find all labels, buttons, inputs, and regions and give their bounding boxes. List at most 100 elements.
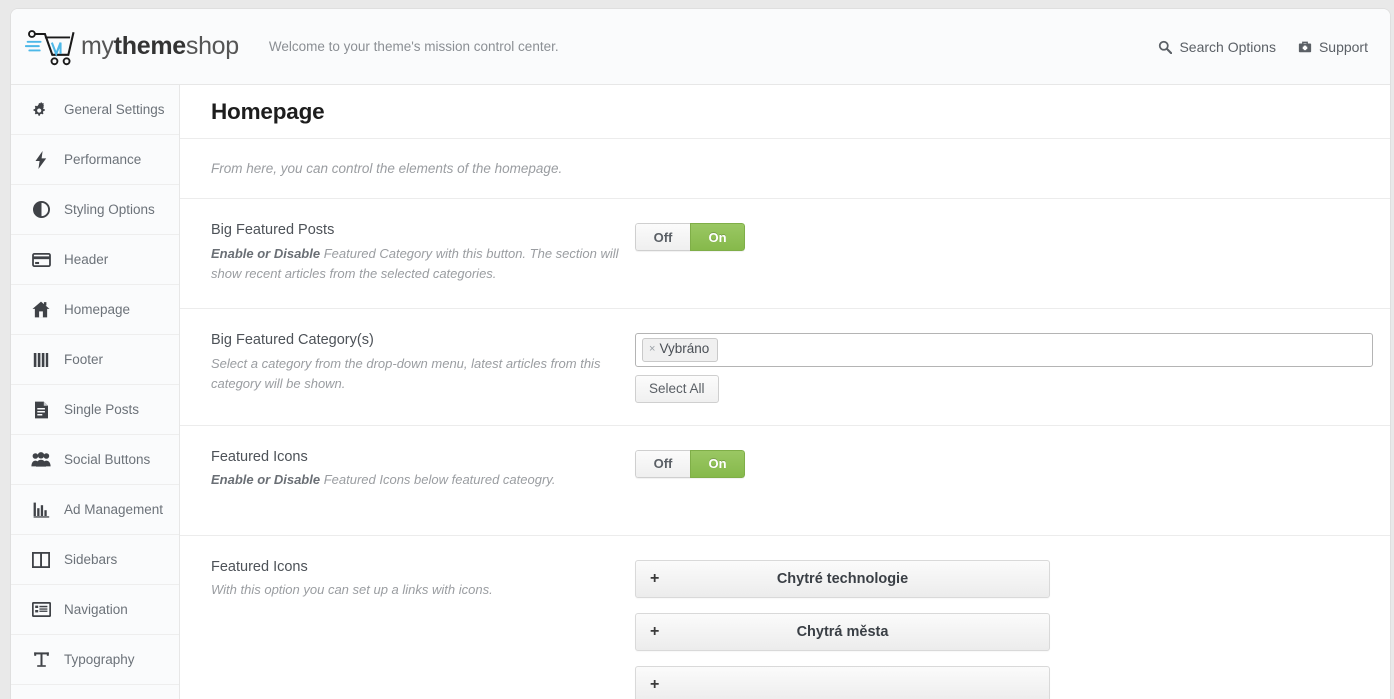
sidebar-item-label: Styling Options xyxy=(64,202,155,217)
option-title: Big Featured Category(s) xyxy=(211,331,619,351)
users-group-icon xyxy=(31,450,51,470)
text-T-icon xyxy=(31,650,51,670)
accordion-item[interactable]: + Chytré technologie xyxy=(635,560,1050,598)
sidebar-item-label: Social Buttons xyxy=(64,452,150,467)
toggle-on-button[interactable]: On xyxy=(690,450,745,478)
option-description: Enable or Disable Featured Category with… xyxy=(211,244,619,284)
sidebar-item-label: Performance xyxy=(64,152,141,167)
page-description: From here, you can control the elements … xyxy=(211,161,562,176)
list-panel-icon xyxy=(31,600,51,620)
option-label-block: Big Featured Posts Enable or Disable Fea… xyxy=(211,221,635,284)
shopping-cart-m-logo-icon xyxy=(25,27,77,67)
two-columns-icon xyxy=(31,550,51,570)
support-link[interactable]: Support xyxy=(1298,39,1368,55)
option-control-block: × Vybráno Select All xyxy=(635,331,1390,403)
option-description-rest: With this option you can set up a links … xyxy=(211,582,493,597)
option-title: Featured Icons xyxy=(211,448,619,468)
plus-icon[interactable]: + xyxy=(650,624,659,640)
sidebar-nav: General Settings Performance Stylin xyxy=(11,85,180,699)
plus-icon[interactable]: + xyxy=(650,677,659,693)
big-featured-posts-toggle[interactable]: Off On xyxy=(635,223,745,251)
option-title: Featured Icons xyxy=(211,558,619,578)
option-control-block: Off On xyxy=(635,221,1390,251)
sidebar-item-footer[interactable]: Footer xyxy=(11,335,179,385)
plus-icon[interactable]: + xyxy=(650,571,659,587)
sidebar-item-label: Header xyxy=(64,252,108,267)
sidebar-item-performance[interactable]: Performance xyxy=(11,135,179,185)
home-icon xyxy=(31,300,51,320)
selected-category-tag[interactable]: × Vybráno xyxy=(642,338,718,362)
accordion-item[interactable]: + Chytrá města xyxy=(635,613,1050,651)
sidebar-item-general-settings[interactable]: General Settings xyxy=(11,85,179,135)
contrast-circle-icon xyxy=(31,200,51,220)
option-label-block: Big Featured Category(s) Select a catego… xyxy=(211,331,635,394)
sidebar-item-navigation[interactable]: Navigation xyxy=(11,585,179,635)
select-all-button[interactable]: Select All xyxy=(635,375,719,403)
sidebar-item-ad-management[interactable]: Ad Management xyxy=(11,485,179,535)
page-description-row: From here, you can control the elements … xyxy=(180,139,1390,199)
sidebar-item-label: Sidebars xyxy=(64,552,117,567)
columns-bars-icon xyxy=(31,350,51,370)
sidebar-item-header[interactable]: Header xyxy=(11,235,179,285)
search-options-label: Search Options xyxy=(1179,39,1276,55)
selected-category-label: Vybráno xyxy=(659,341,709,358)
sidebar-item-typography[interactable]: Typography xyxy=(11,635,179,685)
featured-icons-toggle[interactable]: Off On xyxy=(635,450,745,478)
options-panel: mythemeshop Welcome to your theme's miss… xyxy=(11,9,1390,699)
option-description-bold: Enable or Disable xyxy=(211,472,320,487)
brand-word-bold: theme xyxy=(114,32,186,60)
support-label: Support xyxy=(1319,39,1368,55)
app-header: mythemeshop Welcome to your theme's miss… xyxy=(11,9,1390,85)
option-description: Enable or Disable Featured Icons below f… xyxy=(211,470,619,490)
option-row-big-featured-posts: Big Featured Posts Enable or Disable Fea… xyxy=(180,199,1390,309)
accordion-item-label: Chytré technologie xyxy=(636,571,1049,587)
option-description-bold: Enable or Disable xyxy=(211,246,320,261)
bar-chart-icon xyxy=(31,500,51,520)
sidebar-item-label: Ad Management xyxy=(64,502,163,517)
sidebar-item-label: Homepage xyxy=(64,302,130,317)
option-description-rest: Select a category from the drop-down men… xyxy=(211,356,600,391)
page-title-row: Homepage xyxy=(180,85,1390,139)
sidebar-item-single-posts[interactable]: Single Posts xyxy=(11,385,179,435)
search-icon xyxy=(1158,40,1172,54)
sidebar-item-label: General Settings xyxy=(64,102,165,117)
header-tagline: Welcome to your theme's mission control … xyxy=(269,39,559,54)
sidebar-item-label: Typography xyxy=(64,652,135,667)
accordion-item[interactable]: + xyxy=(635,666,1050,699)
brand: mythemeshop xyxy=(25,27,239,67)
option-row-featured-icons-links: Featured Icons With this option you can … xyxy=(180,536,1390,699)
app-body: General Settings Performance Stylin xyxy=(11,85,1390,699)
credit-card-icon xyxy=(31,250,51,270)
sidebar-item-label: Single Posts xyxy=(64,402,139,417)
option-title: Big Featured Posts xyxy=(211,221,619,241)
remove-tag-icon[interactable]: × xyxy=(649,344,655,355)
header-actions: Search Options Support xyxy=(1158,39,1368,55)
main-content: Homepage From here, you can control the … xyxy=(180,85,1390,699)
page-title: Homepage xyxy=(211,99,324,125)
sidebar-item-homepage[interactable]: Homepage xyxy=(11,285,179,335)
option-control-block: + Chytré technologie + Chytrá města + xyxy=(635,558,1390,699)
option-description: Select a category from the drop-down men… xyxy=(211,354,619,394)
sidebar-item-label: Footer xyxy=(64,352,103,367)
gears-icon xyxy=(31,100,51,120)
toggle-off-button[interactable]: Off xyxy=(635,223,690,251)
document-icon xyxy=(31,400,51,420)
featured-icons-accordion: + Chytré technologie + Chytrá města + xyxy=(635,560,1050,699)
option-description-rest: Featured Icons below featured cateogry. xyxy=(320,472,555,487)
support-briefcase-icon xyxy=(1298,40,1312,54)
accordion-item-label: Chytrá města xyxy=(636,624,1049,640)
option-label-block: Featured Icons Enable or Disable Feature… xyxy=(211,448,635,491)
toggle-on-button[interactable]: On xyxy=(690,223,745,251)
option-description: With this option you can set up a links … xyxy=(211,580,619,600)
brand-wordmark: mythemeshop xyxy=(81,32,239,61)
option-label-block: Featured Icons With this option you can … xyxy=(211,558,635,601)
category-multiselect-input[interactable]: × Vybráno xyxy=(635,333,1373,367)
option-row-big-featured-categories: Big Featured Category(s) Select a catego… xyxy=(180,309,1390,426)
brand-word-prefix: my xyxy=(81,32,114,60)
sidebar-item-social-buttons[interactable]: Social Buttons xyxy=(11,435,179,485)
option-control-block: Off On xyxy=(635,448,1390,478)
search-options-link[interactable]: Search Options xyxy=(1158,39,1276,55)
toggle-off-button[interactable]: Off xyxy=(635,450,690,478)
sidebar-item-sidebars[interactable]: Sidebars xyxy=(11,535,179,585)
sidebar-item-styling-options[interactable]: Styling Options xyxy=(11,185,179,235)
